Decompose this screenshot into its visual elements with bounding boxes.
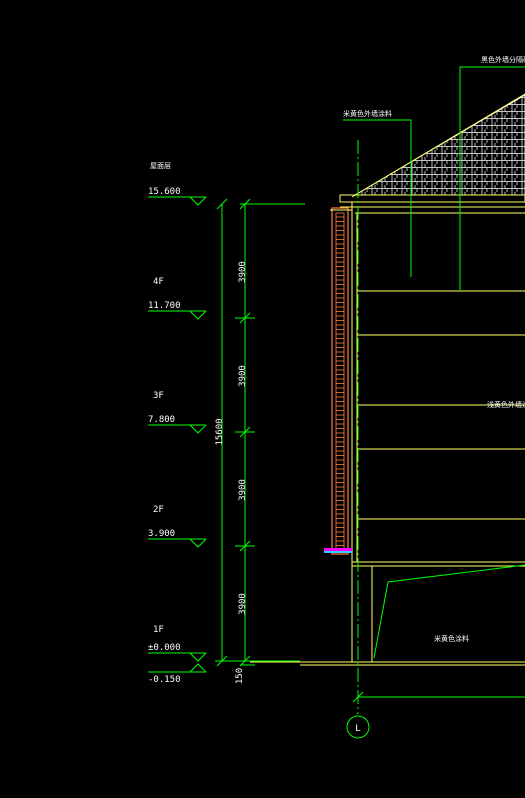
level-marker-ground: -0.150 [148,663,207,685]
dimension-total: 15600 [215,418,225,445]
annotation-base-area: 米黄色涂料 [434,634,469,643]
railing-bars [336,216,344,546]
level-elevation: 11.700 [148,301,181,311]
grid-axis-bubble: L [346,715,370,739]
level-name: 3F [153,391,164,401]
annotation-text: 米黄色外墙涂料 [343,109,392,118]
level-marker-roof: 屋面层 15.600 [148,162,207,206]
level-elevation: ±0.000 [148,643,181,653]
level-elevation: 15.600 [148,187,181,197]
railing-base [324,548,352,553]
level-marker-2f: 2F 3.900 [148,505,207,548]
level-elevation: 3.900 [148,529,175,539]
level-marker-4f: 4F 11.700 [148,277,207,320]
dimension-base-offset: 150 [235,668,245,684]
ground-opening [373,564,525,659]
dimension-floor-3: 3900 [238,365,248,387]
annotation-mid-wall: 浅黄色外墙涂料外墙 [487,400,525,409]
level-name: 4F [153,277,164,287]
level-name: 1F [153,625,164,635]
dimension-floor-1: 3900 [238,593,248,615]
annotation-text: 黑色外墙分隔砖 [481,55,525,64]
level-elevation: 7.800 [148,415,175,425]
level-marker-3f: 3F 7.800 [148,391,207,434]
dimension-floor-4: 3900 [238,261,248,283]
level-elevation: -0.150 [148,675,181,685]
eave-cornice [339,194,525,214]
level-name: 2F [153,505,164,515]
elevation-drawing: 屋面层 15.600 4F 11.700 3F 7.800 2F 3.900 1… [148,55,525,739]
facade-wall [250,202,525,666]
grid-axis-label: L [355,724,360,734]
dimension-chain [215,198,305,667]
dimension-floor-2: 3900 [238,479,248,501]
side-railing [330,207,352,555]
level-marker-1f: 1F ±0.000 [148,625,207,662]
level-name: 屋面层 [150,162,171,170]
